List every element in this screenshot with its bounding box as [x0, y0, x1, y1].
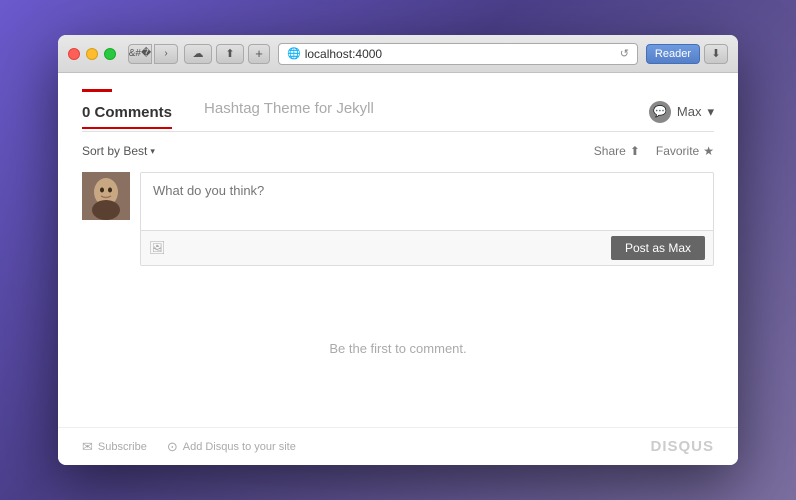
subscribe-link[interactable]: ✉ Subscribe [82, 439, 147, 455]
user-menu[interactable]: 💬 Max ▾ [649, 101, 714, 123]
titlebar: &#� › ☁ ⬆ + 🌐 localhost:4000 ↺ Reader ⬇ [58, 35, 738, 73]
reader-button[interactable]: Reader [646, 44, 700, 64]
sort-chevron-icon: ▾ [150, 146, 155, 157]
avatar: 💬 [649, 101, 671, 123]
avatar-icon: 💬 [653, 105, 667, 118]
user-name: Max [677, 104, 702, 119]
comment-input-area: 🖼 Post as Max [140, 172, 714, 266]
forward-button[interactable]: › [154, 44, 178, 64]
disqus-container: 0 Comments Hashtag Theme for Jekyll 💬 Ma… [58, 73, 738, 427]
share-action-icon: ⬆ [630, 144, 640, 158]
browser-window: &#� › ☁ ⬆ + 🌐 localhost:4000 ↺ Reader ⬇ … [58, 35, 738, 465]
comment-textarea[interactable] [141, 173, 713, 225]
url-bar[interactable]: 🌐 localhost:4000 ↺ [278, 43, 638, 65]
favorite-action[interactable]: Favorite ★ [656, 144, 714, 158]
sort-button[interactable]: Sort by Best ▾ [82, 144, 155, 158]
post-button[interactable]: Post as Max [611, 236, 705, 260]
tabs-row: 0 Comments Hashtag Theme for Jekyll 💬 Ma… [82, 100, 714, 132]
input-toolbar: 🖼 Post as Max [141, 230, 713, 265]
share-action[interactable]: Share ⬆ [594, 144, 640, 158]
cloud-button[interactable]: ☁ [184, 44, 212, 64]
add-disqus-label: Add Disqus to your site [183, 441, 296, 453]
empty-state: Be the first to comment. [82, 286, 714, 411]
share-button[interactable]: ⬆ [216, 44, 244, 64]
sort-row: Sort by Best ▾ Share ⬆ Favorite ★ [82, 144, 714, 158]
add-disqus-link[interactable]: ⊙ Add Disqus to your site [167, 439, 296, 455]
maximize-button[interactable] [104, 48, 116, 60]
envelope-icon: ✉ [82, 439, 93, 455]
back-button[interactable]: &#� [128, 44, 152, 64]
user-photo [82, 172, 130, 220]
comment-area: 🖼 Post as Max [82, 172, 714, 266]
disqus-d-icon: ⊙ [167, 439, 178, 455]
top-divider [82, 89, 112, 92]
url-text: localhost:4000 [305, 47, 616, 61]
user-dropdown-icon: ▾ [707, 104, 714, 120]
disqus-logo: DISQUS [650, 438, 714, 455]
favorite-label: Favorite [656, 144, 699, 158]
nav-buttons: &#� › [128, 44, 178, 64]
empty-state-text: Be the first to comment. [329, 341, 466, 356]
add-tab-button[interactable]: + [248, 44, 270, 64]
image-upload-icon[interactable]: 🖼 [149, 240, 166, 256]
favorite-star-icon: ★ [703, 144, 714, 158]
tab-comments[interactable]: 0 Comments [82, 104, 172, 129]
footer: ✉ Subscribe ⊙ Add Disqus to your site DI… [58, 427, 738, 465]
sort-label: Sort by Best [82, 144, 147, 158]
refresh-icon[interactable]: ↺ [620, 47, 629, 60]
share-label: Share [594, 144, 626, 158]
extension-button[interactable]: ⬇ [704, 44, 728, 64]
content-area: 0 Comments Hashtag Theme for Jekyll 💬 Ma… [58, 73, 738, 465]
globe-icon: 🌐 [287, 47, 301, 60]
tab-hashtag[interactable]: Hashtag Theme for Jekyll [204, 100, 374, 123]
traffic-lights [68, 48, 116, 60]
subscribe-label: Subscribe [98, 441, 147, 453]
minimize-button[interactable] [86, 48, 98, 60]
sort-actions: Share ⬆ Favorite ★ [594, 144, 714, 158]
close-button[interactable] [68, 48, 80, 60]
